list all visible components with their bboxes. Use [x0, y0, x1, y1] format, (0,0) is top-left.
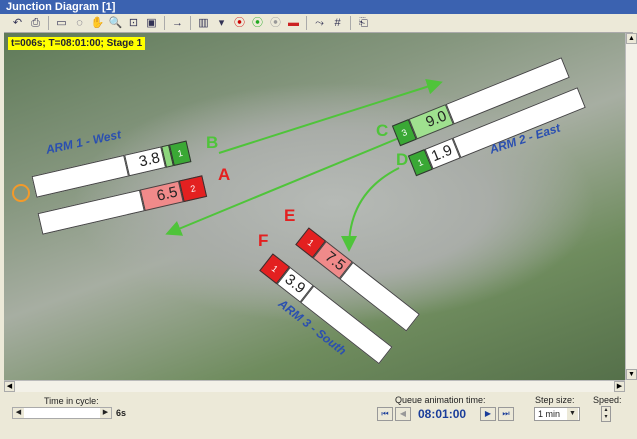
grid-icon[interactable]: #	[330, 16, 345, 31]
undo-icon[interactable]: ↶	[10, 16, 25, 31]
traffic-light-icon[interactable]: ⦿	[232, 16, 247, 31]
time-in-cycle-label: Time in cycle:	[44, 396, 99, 406]
window-title: Junction Diagram [1]	[0, 0, 637, 14]
speed-spinner[interactable]: ▴ ▾	[601, 406, 611, 422]
rect-select-icon[interactable]: ▭	[54, 16, 69, 31]
queue-animation-time: 08:01:00	[418, 407, 467, 421]
toolbar: ↶ ⎙ ▭ ◌ ✋ 🔍 ⊡ ▣ → ▥ ▾ ⦿ ⦿ ⦿ ▬ ⤳ # ⎗	[4, 14, 633, 33]
status-banner: t=006s; T=08:01:00; Stage 1	[8, 37, 146, 50]
flow-arrows-icon[interactable]: ⤳	[312, 16, 327, 31]
lane-label-b: B	[206, 133, 219, 152]
skip-end-button[interactable]: ⏭	[498, 407, 514, 421]
signal-disabled-icon[interactable]: ⦿	[268, 16, 283, 31]
export-icon[interactable]: ⎗	[356, 16, 371, 31]
time-in-cycle-slider[interactable]: ◀ ▶	[12, 407, 112, 419]
lane-label-a: A	[218, 165, 231, 184]
time-in-cycle-value: 6s	[116, 408, 127, 418]
step-size-select[interactable]: 1 min ▼	[534, 407, 580, 421]
zoom-icon[interactable]: 🔍	[108, 16, 123, 31]
scroll-left-icon[interactable]: ◀	[4, 381, 15, 392]
pan-hand-icon[interactable]: ✋	[90, 16, 105, 31]
step-forward-button[interactable]: ▶	[480, 407, 496, 421]
skip-start-button[interactable]: ⏮	[377, 407, 393, 421]
horizontal-scrollbar[interactable]: ◀ ▶	[4, 380, 625, 392]
lanes-icon[interactable]: ▥	[196, 16, 211, 31]
print-icon[interactable]: ⎙	[28, 16, 43, 31]
playback-panel: Time in cycle: ◀ ▶ 6s Queue animation ti…	[4, 392, 633, 432]
dropdown-icon[interactable]: ▾	[214, 16, 229, 31]
image-icon[interactable]: ▣	[144, 16, 159, 31]
lane-label-f: F	[258, 231, 269, 250]
scroll-right-icon[interactable]: ▶	[614, 381, 625, 392]
node-marker	[12, 184, 30, 202]
queue-animation-label: Queue animation time:	[395, 395, 486, 405]
queue-bar-icon[interactable]: ▬	[286, 16, 301, 31]
zoom-fit-icon[interactable]: ⊡	[126, 16, 141, 31]
scroll-down-icon[interactable]: ▼	[626, 369, 637, 380]
flow-arrow-d-to-south	[341, 167, 400, 252]
lasso-select-icon[interactable]: ◌	[72, 16, 87, 31]
lane-label-d: D	[396, 150, 409, 169]
chevron-down-icon: ▼	[567, 408, 578, 420]
step-back-button[interactable]: ◀	[395, 407, 411, 421]
arrow-label-icon[interactable]: →	[170, 16, 185, 31]
traffic-light-edit-icon[interactable]: ⦿	[250, 16, 265, 31]
junction-map[interactable]: t=006s; T=08:01:00; Stage 1 3.8 1 6.5 2 …	[4, 33, 625, 380]
vertical-scrollbar[interactable]: ▲ ▼	[625, 33, 637, 380]
step-size-value: 1 min	[538, 409, 561, 419]
lane-label-e: E	[284, 206, 296, 225]
step-size-label: Step size:	[535, 395, 575, 405]
scroll-up-icon[interactable]: ▲	[626, 33, 637, 44]
speed-label: Speed:	[593, 395, 622, 405]
lane-label-c: C	[376, 121, 389, 140]
